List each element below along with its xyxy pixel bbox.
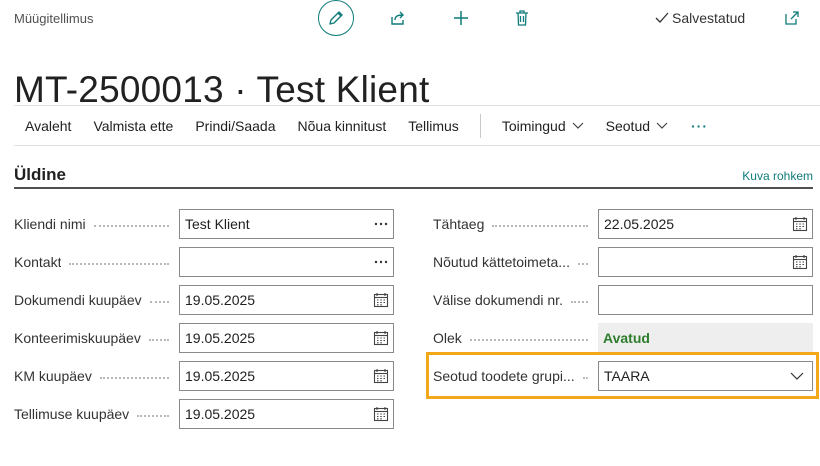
calendar-icon	[373, 407, 389, 422]
field-label: Välise dokumendi nr.	[433, 292, 563, 308]
label-leader-dots	[149, 301, 169, 303]
top-bar: Müügitellimus Salvestatud	[0, 0, 820, 40]
saved-indicator: Salvestatud	[655, 10, 745, 26]
ellipsis-icon	[374, 260, 388, 264]
section-underline	[14, 187, 813, 189]
menu-related[interactable]: Seotud	[595, 118, 679, 134]
field-row: Olek Avatud	[433, 323, 813, 353]
field-row: KM kuupäev 19.05.2025	[14, 361, 394, 391]
field-value: 19.05.2025	[185, 406, 256, 422]
field-label: Tähtaeg	[433, 216, 485, 232]
lookup-button[interactable]	[369, 222, 393, 226]
open-new-window-button[interactable]	[782, 8, 802, 28]
field-row: Tellimuse kuupäev 19.05.2025	[14, 399, 394, 429]
show-more-link[interactable]: Kuva rohkem	[742, 169, 813, 183]
action-separator	[479, 114, 481, 138]
field-input[interactable]	[598, 285, 813, 315]
divider	[14, 145, 820, 146]
field-label: KM kuupäev	[14, 368, 92, 384]
highlight-frame	[426, 352, 819, 399]
section-title: Üldine	[14, 165, 66, 184]
field-input[interactable]: 19.05.2025	[179, 399, 394, 429]
pencil-icon	[329, 11, 343, 25]
plus-icon	[454, 11, 468, 25]
share-button[interactable]	[388, 8, 408, 28]
label-leader-dots	[99, 377, 169, 379]
calendar-button[interactable]	[369, 330, 393, 346]
edit-button[interactable]	[318, 0, 354, 36]
field-input[interactable]	[179, 247, 394, 277]
delete-button[interactable]	[512, 8, 532, 28]
calendar-button[interactable]	[788, 254, 812, 270]
calendar-button[interactable]	[369, 292, 393, 308]
calendar-icon	[373, 293, 389, 308]
field-row: Kliendi nimi Test Klient	[14, 209, 394, 239]
field-row: Konteerimiskuupäev 19.05.2025	[14, 323, 394, 353]
field-value: 19.05.2025	[185, 368, 256, 384]
menu-related-label: Seotud	[605, 118, 651, 134]
trash-icon	[516, 10, 528, 26]
calendar-icon	[373, 331, 389, 346]
calendar-icon	[373, 369, 389, 384]
calendar-icon	[792, 217, 808, 232]
calendar-button[interactable]	[369, 368, 393, 384]
menu-actions-label: Toimingud	[501, 118, 566, 134]
field-input[interactable]	[598, 247, 813, 277]
label-leader-dots	[69, 263, 169, 265]
saved-label: Salvestatud	[672, 10, 746, 26]
chevron-down-icon	[656, 122, 668, 129]
label-leader-dots	[492, 225, 588, 227]
label-leader-dots	[93, 225, 169, 227]
action-order[interactable]: Tellimus	[397, 118, 470, 134]
field-input[interactable]: Test Klient	[179, 209, 394, 239]
field-label: Konteerimiskuupäev	[14, 330, 141, 346]
label-leader-dots	[577, 263, 588, 265]
field-value: 22.05.2025	[604, 216, 675, 232]
action-bar: Avaleht Valmista ette Prindi/Saada Nõua …	[14, 106, 720, 146]
field-label: Kontakt	[14, 254, 62, 270]
field-label: Nõutud kättetoimeta...	[433, 254, 570, 270]
action-print-send[interactable]: Prindi/Saada	[184, 118, 286, 134]
field-label: Tellimuse kuupäev	[14, 406, 130, 422]
field-row: Dokumendi kuupäev 19.05.2025	[14, 285, 394, 315]
share-icon	[391, 11, 404, 25]
check-icon	[655, 12, 669, 23]
calendar-icon	[792, 255, 808, 270]
label-leader-dots	[469, 339, 588, 341]
field-input[interactable]: 19.05.2025	[179, 361, 394, 391]
field-row: Nõutud kättetoimeta...	[433, 247, 813, 277]
action-home[interactable]: Avaleht	[14, 118, 82, 134]
field-label: Kliendi nimi	[14, 216, 86, 232]
menu-actions[interactable]: Toimingud	[491, 118, 595, 134]
ellipsis-icon	[374, 222, 388, 226]
label-leader-dots	[137, 415, 169, 417]
chevron-down-icon	[572, 122, 584, 129]
field-input[interactable]: 19.05.2025	[179, 323, 394, 353]
page-type-caption: Müügitellimus	[14, 11, 94, 26]
new-button[interactable]	[451, 8, 471, 28]
field-row: Tähtaeg 22.05.2025	[433, 209, 813, 239]
field-input[interactable]: 22.05.2025	[598, 209, 813, 239]
action-request-approval[interactable]: Nõua kinnitust	[287, 118, 398, 134]
field-label: Dokumendi kuupäev	[14, 292, 142, 308]
lookup-button[interactable]	[369, 260, 393, 264]
status-value: Avatud	[598, 323, 813, 353]
open-new-window-icon	[785, 11, 799, 25]
field-label: Olek	[433, 330, 462, 346]
field-value: 19.05.2025	[185, 292, 256, 308]
field-input[interactable]: 19.05.2025	[179, 285, 394, 315]
action-prepare[interactable]: Valmista ette	[82, 118, 184, 134]
calendar-button[interactable]	[788, 216, 812, 232]
label-leader-dots	[148, 339, 169, 341]
field-value: 19.05.2025	[185, 330, 256, 346]
field-row: Välise dokumendi nr.	[433, 285, 813, 315]
label-leader-dots	[570, 301, 588, 303]
field-value: Test Klient	[185, 216, 250, 232]
more-actions-button[interactable]: ···	[679, 118, 720, 134]
field-row: Kontakt	[14, 247, 394, 277]
calendar-button[interactable]	[369, 406, 393, 422]
